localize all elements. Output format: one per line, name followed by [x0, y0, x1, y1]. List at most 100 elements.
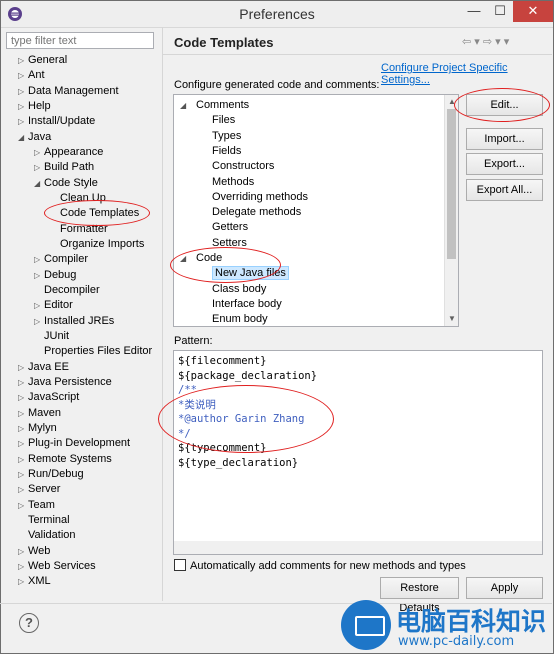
- tree-item[interactable]: ▷ Web: [18, 544, 50, 559]
- template-tree[interactable]: ◢ Comments Files Types Fields Constructors Met…: [173, 94, 459, 327]
- auto-comments-option[interactable]: Automatically add comments for new metho…: [174, 559, 466, 572]
- tree-item[interactable]: ▷ Java Persistence: [18, 375, 112, 390]
- import-button[interactable]: Import...: [466, 128, 543, 150]
- pattern-hscrollbar[interactable]: [174, 541, 542, 554]
- collapsed-arrow-icon[interactable]: ▷: [18, 482, 28, 497]
- template-tree-label: Methods: [212, 175, 255, 188]
- collapsed-arrow-icon[interactable]: ▷: [18, 436, 28, 451]
- collapsed-arrow-icon[interactable]: ▷: [18, 452, 28, 467]
- collapsed-arrow-icon[interactable]: ▷: [18, 390, 28, 405]
- collapsed-arrow-icon[interactable]: ▷: [34, 314, 44, 329]
- collapsed-arrow-icon[interactable]: ▷: [18, 53, 28, 68]
- help-icon[interactable]: ?: [19, 613, 39, 633]
- minimize-button[interactable]: —: [461, 1, 487, 22]
- scroll-down-icon[interactable]: ▼: [448, 314, 456, 323]
- configure-label: Configure generated code and comments:: [174, 79, 380, 91]
- maximize-button[interactable]: ☐: [487, 1, 513, 22]
- tree-item[interactable]: ▷ Install/Update: [18, 114, 95, 129]
- collapsed-arrow-icon[interactable]: ▷: [18, 360, 28, 375]
- tree-item[interactable]: ▷ JavaScript: [18, 390, 79, 405]
- collapsed-arrow-icon[interactable]: ▷: [18, 467, 28, 482]
- collapsed-arrow-icon[interactable]: ▷: [18, 84, 28, 99]
- tree-item[interactable]: ▷ Remote Systems: [18, 452, 112, 467]
- tree-item[interactable]: ▷ Installed JREs: [34, 314, 114, 329]
- template-tree-item[interactable]: ◢ Comments: [180, 98, 249, 113]
- tree-item[interactable]: Validation: [18, 528, 76, 543]
- tree-item[interactable]: Decompiler: [34, 283, 100, 298]
- tree-item[interactable]: ◢ Code Style: [34, 176, 98, 191]
- project-settings-link[interactable]: Configure Project Specific Settings...: [381, 62, 554, 86]
- auto-comments-checkbox[interactable]: [174, 559, 186, 571]
- restore-defaults-button[interactable]: Restore Defaults: [380, 577, 459, 614]
- tree-item[interactable]: Organize Imports: [50, 237, 144, 252]
- collapsed-arrow-icon[interactable]: ▷: [34, 298, 44, 313]
- collapsed-arrow-icon[interactable]: ▷: [18, 574, 28, 589]
- watermark-url: www.pc-daily.com: [398, 634, 515, 649]
- tree-item[interactable]: ▷ Java EE: [18, 360, 69, 375]
- pattern-editor[interactable]: ${filecomment} ${package_declaration}/** *…: [173, 350, 543, 555]
- tree-item[interactable]: ▷ Team: [18, 498, 55, 513]
- collapsed-arrow-icon[interactable]: ▷: [18, 68, 28, 83]
- tree-item[interactable]: ◢ Java: [18, 130, 51, 145]
- annotation-ellipse-new-java-files: [170, 247, 281, 283]
- template-tree-item[interactable]: Types: [212, 129, 241, 144]
- collapsed-arrow-icon[interactable]: ▷: [18, 559, 28, 574]
- tree-item[interactable]: ▷ Data Management: [18, 84, 119, 99]
- page-title: Code Templates: [174, 35, 274, 50]
- tree-item[interactable]: ▷ Maven: [18, 406, 61, 421]
- collapsed-arrow-icon[interactable]: ▷: [18, 498, 28, 513]
- collapsed-arrow-icon[interactable]: ▷: [18, 375, 28, 390]
- template-tree-label: Files: [212, 114, 236, 127]
- title-bar: Preferences — ☐ ✕: [1, 1, 553, 28]
- pane-divider[interactable]: [162, 27, 163, 601]
- collapsed-arrow-icon[interactable]: ▷: [34, 160, 44, 175]
- tree-item[interactable]: ▷ Server: [18, 482, 60, 497]
- export-button[interactable]: Export...: [466, 153, 543, 175]
- tree-item[interactable]: ▷ XML: [18, 574, 51, 589]
- export-all-button[interactable]: Export All...: [466, 179, 543, 201]
- template-tree-item[interactable]: Fields: [212, 144, 241, 159]
- collapsed-arrow-icon[interactable]: ▷: [34, 145, 44, 160]
- tree-item[interactable]: ▷ Mylyn: [18, 421, 57, 436]
- tree-item[interactable]: JUnit: [34, 329, 69, 344]
- tree-item[interactable]: ▷ Compiler: [34, 252, 88, 267]
- collapsed-arrow-icon[interactable]: ▷: [18, 114, 28, 129]
- template-tree-item[interactable]: Files: [212, 113, 235, 128]
- collapsed-arrow-icon[interactable]: ▷: [18, 406, 28, 421]
- expanded-arrow-icon[interactable]: ◢: [34, 176, 44, 191]
- tree-item[interactable]: ▷ Plug-in Development: [18, 436, 130, 451]
- template-tree-item[interactable]: Interface body: [212, 297, 282, 312]
- expanded-arrow-icon[interactable]: ◢: [180, 98, 190, 113]
- tree-item[interactable]: ▷ Web Services: [18, 559, 96, 574]
- tree-item[interactable]: ▷ General: [18, 53, 67, 68]
- template-tree-item[interactable]: Delegate methods: [212, 205, 301, 220]
- close-button[interactable]: ✕: [513, 1, 553, 22]
- expanded-arrow-icon[interactable]: ◢: [18, 130, 28, 145]
- template-tree-item[interactable]: Class body: [212, 282, 266, 297]
- tree-item[interactable]: ▷ Build Path: [34, 160, 94, 175]
- template-tree-item[interactable]: Overriding methods: [212, 190, 308, 205]
- template-tree-item[interactable]: Enum body: [212, 312, 268, 326]
- history-nav-icons[interactable]: ⇦ ▾ ⇨ ▾ ▾: [462, 35, 532, 49]
- tree-item[interactable]: ▷ Editor: [34, 298, 73, 313]
- template-tree-scrollbar[interactable]: ▲ ▼: [444, 95, 458, 326]
- tree-item[interactable]: Properties Files Editor: [34, 344, 152, 359]
- collapsed-arrow-icon[interactable]: ▷: [18, 544, 28, 559]
- tree-item[interactable]: ▷ Run/Debug: [18, 467, 84, 482]
- tree-item[interactable]: ▷ Help: [18, 99, 51, 114]
- template-tree-item[interactable]: Getters: [212, 220, 248, 235]
- filter-input[interactable]: [6, 32, 154, 49]
- collapsed-arrow-icon[interactable]: ▷: [18, 99, 28, 114]
- tree-item[interactable]: ▷ Appearance: [34, 145, 103, 160]
- collapsed-arrow-icon[interactable]: ▷: [34, 252, 44, 267]
- tree-item[interactable]: ▷ Ant: [18, 68, 45, 83]
- template-tree-item[interactable]: Constructors: [212, 159, 274, 174]
- tree-item[interactable]: ▷ Debug: [34, 268, 76, 283]
- collapsed-arrow-icon[interactable]: ▷: [18, 421, 28, 436]
- scroll-thumb[interactable]: [447, 109, 456, 259]
- template-tree-item[interactable]: Methods: [212, 175, 254, 190]
- tree-item[interactable]: Terminal: [18, 513, 70, 528]
- collapsed-arrow-icon[interactable]: ▷: [34, 268, 44, 283]
- template-tree-label: Constructors: [212, 160, 275, 173]
- apply-button[interactable]: Apply: [466, 577, 543, 599]
